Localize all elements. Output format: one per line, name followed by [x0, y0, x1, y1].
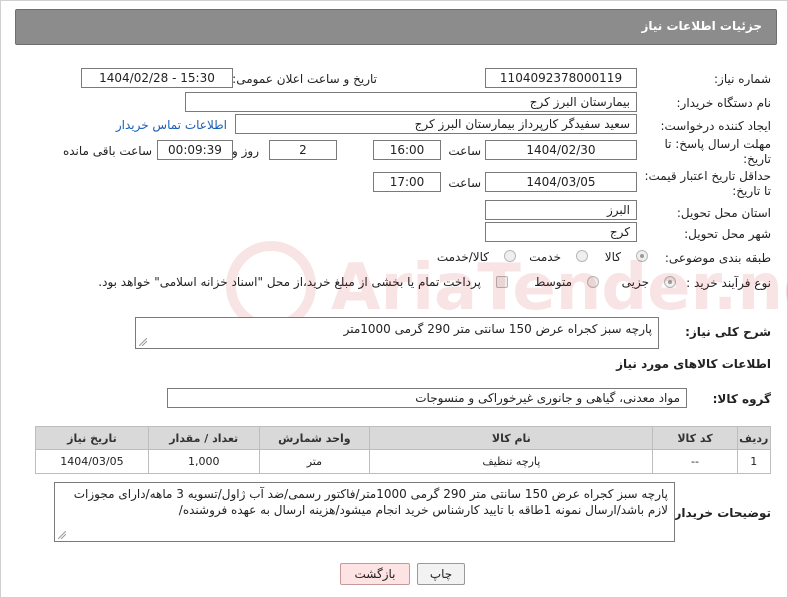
buyer-org-field[interactable]: بیمارستان البرز کرج	[185, 92, 637, 112]
province-field[interactable]: البرز	[485, 200, 637, 220]
deadline-time-field[interactable]: 16:00	[373, 140, 441, 160]
province-label: استان محل تحویل:	[676, 206, 771, 220]
goods-group-label: گروه کالا:	[712, 392, 771, 406]
col-quantity: تعداد / مقدار	[147, 426, 260, 450]
treasury-payment-checkbox[interactable]	[496, 276, 508, 288]
goods-group-field[interactable]: مواد معدنی، گیاهی و جانوری غیرخوراکی و م…	[167, 388, 687, 408]
cell-item-name: پارچه تنظیف	[369, 449, 654, 474]
cell-unit: متر	[258, 449, 371, 474]
process-minor-label: جزیی	[621, 275, 649, 289]
col-item-name: نام کالا	[369, 426, 654, 450]
price-validity-time-field[interactable]: 17:00	[373, 172, 441, 192]
buyer-notes-label: توضیحات خریدار:	[669, 506, 771, 520]
buyer-notes-text: پارچه سبز کجراه عرض 150 سانتی متر 290 گر…	[73, 487, 668, 517]
resize-handle-icon[interactable]	[139, 338, 147, 346]
price-validity-label: حداقل تاریخ اعتبار قیمت:	[644, 169, 771, 183]
days-label: روز و	[232, 144, 259, 158]
buyer-notes-textarea[interactable]: پارچه سبز کجراه عرض 150 سانتی متر 290 گر…	[54, 482, 675, 542]
price-validity-date-field[interactable]: 1404/03/05	[485, 172, 637, 192]
price-validity-time-label: ساعت	[448, 176, 481, 190]
goods-table-header: ردیف کد کالا نام کالا واحد شمارش تعداد /…	[35, 426, 772, 450]
category-goods-radio[interactable]	[636, 250, 648, 262]
description-text: پارچه سبز کجراه عرض 150 سانتی متر 290 گر…	[343, 322, 652, 336]
price-validity-date-label: تا تاریخ:	[732, 184, 771, 198]
announce-date-label: تاریخ و ساعت اعلان عمومی:	[232, 72, 377, 86]
need-number-field[interactable]: 1104092378000119	[485, 68, 637, 88]
resize-handle-icon[interactable]	[58, 531, 66, 539]
deadline-date-label: تاریخ:	[743, 152, 771, 166]
col-row-number: ردیف	[736, 426, 772, 450]
days-remaining-field[interactable]: 2	[269, 140, 337, 160]
goods-table: ردیف کد کالا نام کالا واحد شمارش تعداد /…	[35, 426, 772, 474]
col-unit: واحد شمارش	[258, 426, 371, 450]
category-goods-service-label: کالا/خدمت	[436, 250, 489, 264]
deadline-time-label: ساعت	[448, 144, 481, 158]
page-frame: جزئیات اطلاعات نیاز شماره نیاز: 11040923…	[0, 0, 788, 598]
page-title: جزئیات اطلاعات نیاز	[641, 19, 762, 33]
cell-need-date: 1404/03/05	[35, 449, 149, 474]
description-label: شرح کلی نیاز:	[685, 325, 771, 339]
category-goods-label: کالا	[604, 250, 621, 264]
goods-section-title: اطلاعات کالاهای مورد نیاز	[616, 357, 771, 371]
col-need-date: تاریخ نیاز	[35, 426, 149, 450]
process-minor-radio[interactable]	[664, 276, 676, 288]
cell-quantity: 1,000	[147, 449, 260, 474]
remaining-time-field[interactable]: 00:09:39	[157, 140, 233, 160]
announce-date-field[interactable]: 1404/02/28 - 15:30	[81, 68, 233, 88]
treasury-payment-note: پرداخت تمام یا بخشی از مبلغ خرید،از محل …	[98, 275, 481, 289]
remaining-time-label: ساعت باقی مانده	[62, 144, 152, 158]
table-row[interactable]: 1 -- پارچه تنظیف متر 1,000 1404/03/05	[35, 449, 772, 474]
process-label: نوع فرآیند خرید :	[686, 276, 771, 290]
deadline-label: مهلت ارسال پاسخ: تا	[664, 137, 771, 151]
requester-label: ایجاد کننده درخواست:	[660, 119, 771, 133]
need-number-label: شماره نیاز:	[714, 72, 771, 86]
print-button[interactable]: چاپ	[417, 563, 465, 585]
buyer-contact-link[interactable]: اطلاعات تماس خریدار	[116, 118, 227, 132]
category-label: طبقه بندی موضوعی:	[664, 251, 771, 265]
category-goods-service-radio[interactable]	[504, 250, 516, 262]
header-bar: جزئیات اطلاعات نیاز	[15, 9, 777, 45]
category-service-label: خدمت	[529, 250, 561, 264]
process-medium-radio[interactable]	[587, 276, 599, 288]
cell-row-number: 1	[736, 449, 772, 474]
requester-field[interactable]: سعید سفیدگر کارپرداز بیمارستان البرز کرج	[235, 114, 637, 134]
cell-item-code: --	[652, 449, 738, 474]
buyer-org-label: نام دستگاه خریدار:	[676, 96, 772, 110]
city-field[interactable]: کرج	[485, 222, 637, 242]
back-button[interactable]: بازگشت	[340, 563, 410, 585]
col-item-code: کد کالا	[652, 426, 738, 450]
category-service-radio[interactable]	[576, 250, 588, 262]
description-textarea[interactable]: پارچه سبز کجراه عرض 150 سانتی متر 290 گر…	[135, 317, 659, 349]
deadline-date-field[interactable]: 1404/02/30	[485, 140, 637, 160]
city-label: شهر محل تحویل:	[684, 227, 771, 241]
process-medium-label: متوسط	[534, 275, 572, 289]
